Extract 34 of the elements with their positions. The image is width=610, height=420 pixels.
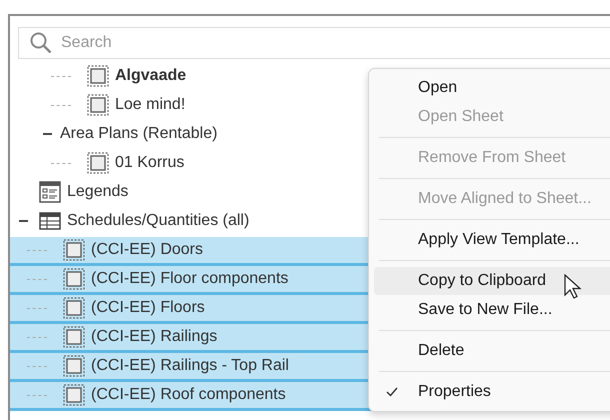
view-icon	[87, 65, 109, 87]
view-icon	[63, 355, 85, 377]
tree-line	[51, 162, 71, 164]
tree-item-label: (CCI-EE) Roof components	[91, 386, 286, 404]
view-icon	[87, 94, 109, 116]
view-icon	[63, 326, 85, 348]
tree-item-label: (CCI-EE) Floor components	[91, 270, 288, 288]
tree-item-label: (CCI-EE) Doors	[91, 241, 204, 259]
tree-item-label: (CCI-EE) Railings	[91, 328, 218, 346]
search-field[interactable]: Search	[18, 27, 610, 59]
view-icon	[63, 268, 85, 290]
search-icon	[29, 31, 53, 55]
tree-item-label[interactable]: Algvaade	[115, 67, 186, 85]
tree-line	[27, 394, 47, 396]
view-icon	[63, 297, 85, 319]
tree-item-label[interactable]: Loe mind!	[115, 96, 186, 114]
tree-item-label: (CCI-EE) Floors	[91, 299, 205, 317]
view-icon	[87, 152, 109, 174]
menu-item[interactable]: Open	[374, 74, 610, 102]
tree-item-label[interactable]: Legends	[67, 183, 128, 201]
legend-icon	[39, 181, 61, 203]
schedule-icon	[39, 211, 61, 231]
view-icon	[63, 239, 85, 261]
tree-item-label[interactable]: 01 Korrus	[115, 154, 184, 172]
menu-item[interactable]: Save to New File...	[374, 296, 610, 324]
tree-item-label[interactable]: Schedules/Quantities (all)	[67, 212, 250, 230]
menu-item[interactable]: Copy to Clipboard	[374, 267, 610, 295]
tree-item-label: (CCI-EE) Railings - Top Rail	[91, 357, 289, 375]
tree-item-label[interactable]: Area Plans (Rentable)	[60, 125, 218, 143]
tree-line	[27, 278, 47, 280]
mouse-pointer-icon	[564, 274, 582, 300]
view-icon	[63, 384, 85, 406]
tree-line	[51, 104, 71, 106]
tree-line	[27, 336, 47, 338]
